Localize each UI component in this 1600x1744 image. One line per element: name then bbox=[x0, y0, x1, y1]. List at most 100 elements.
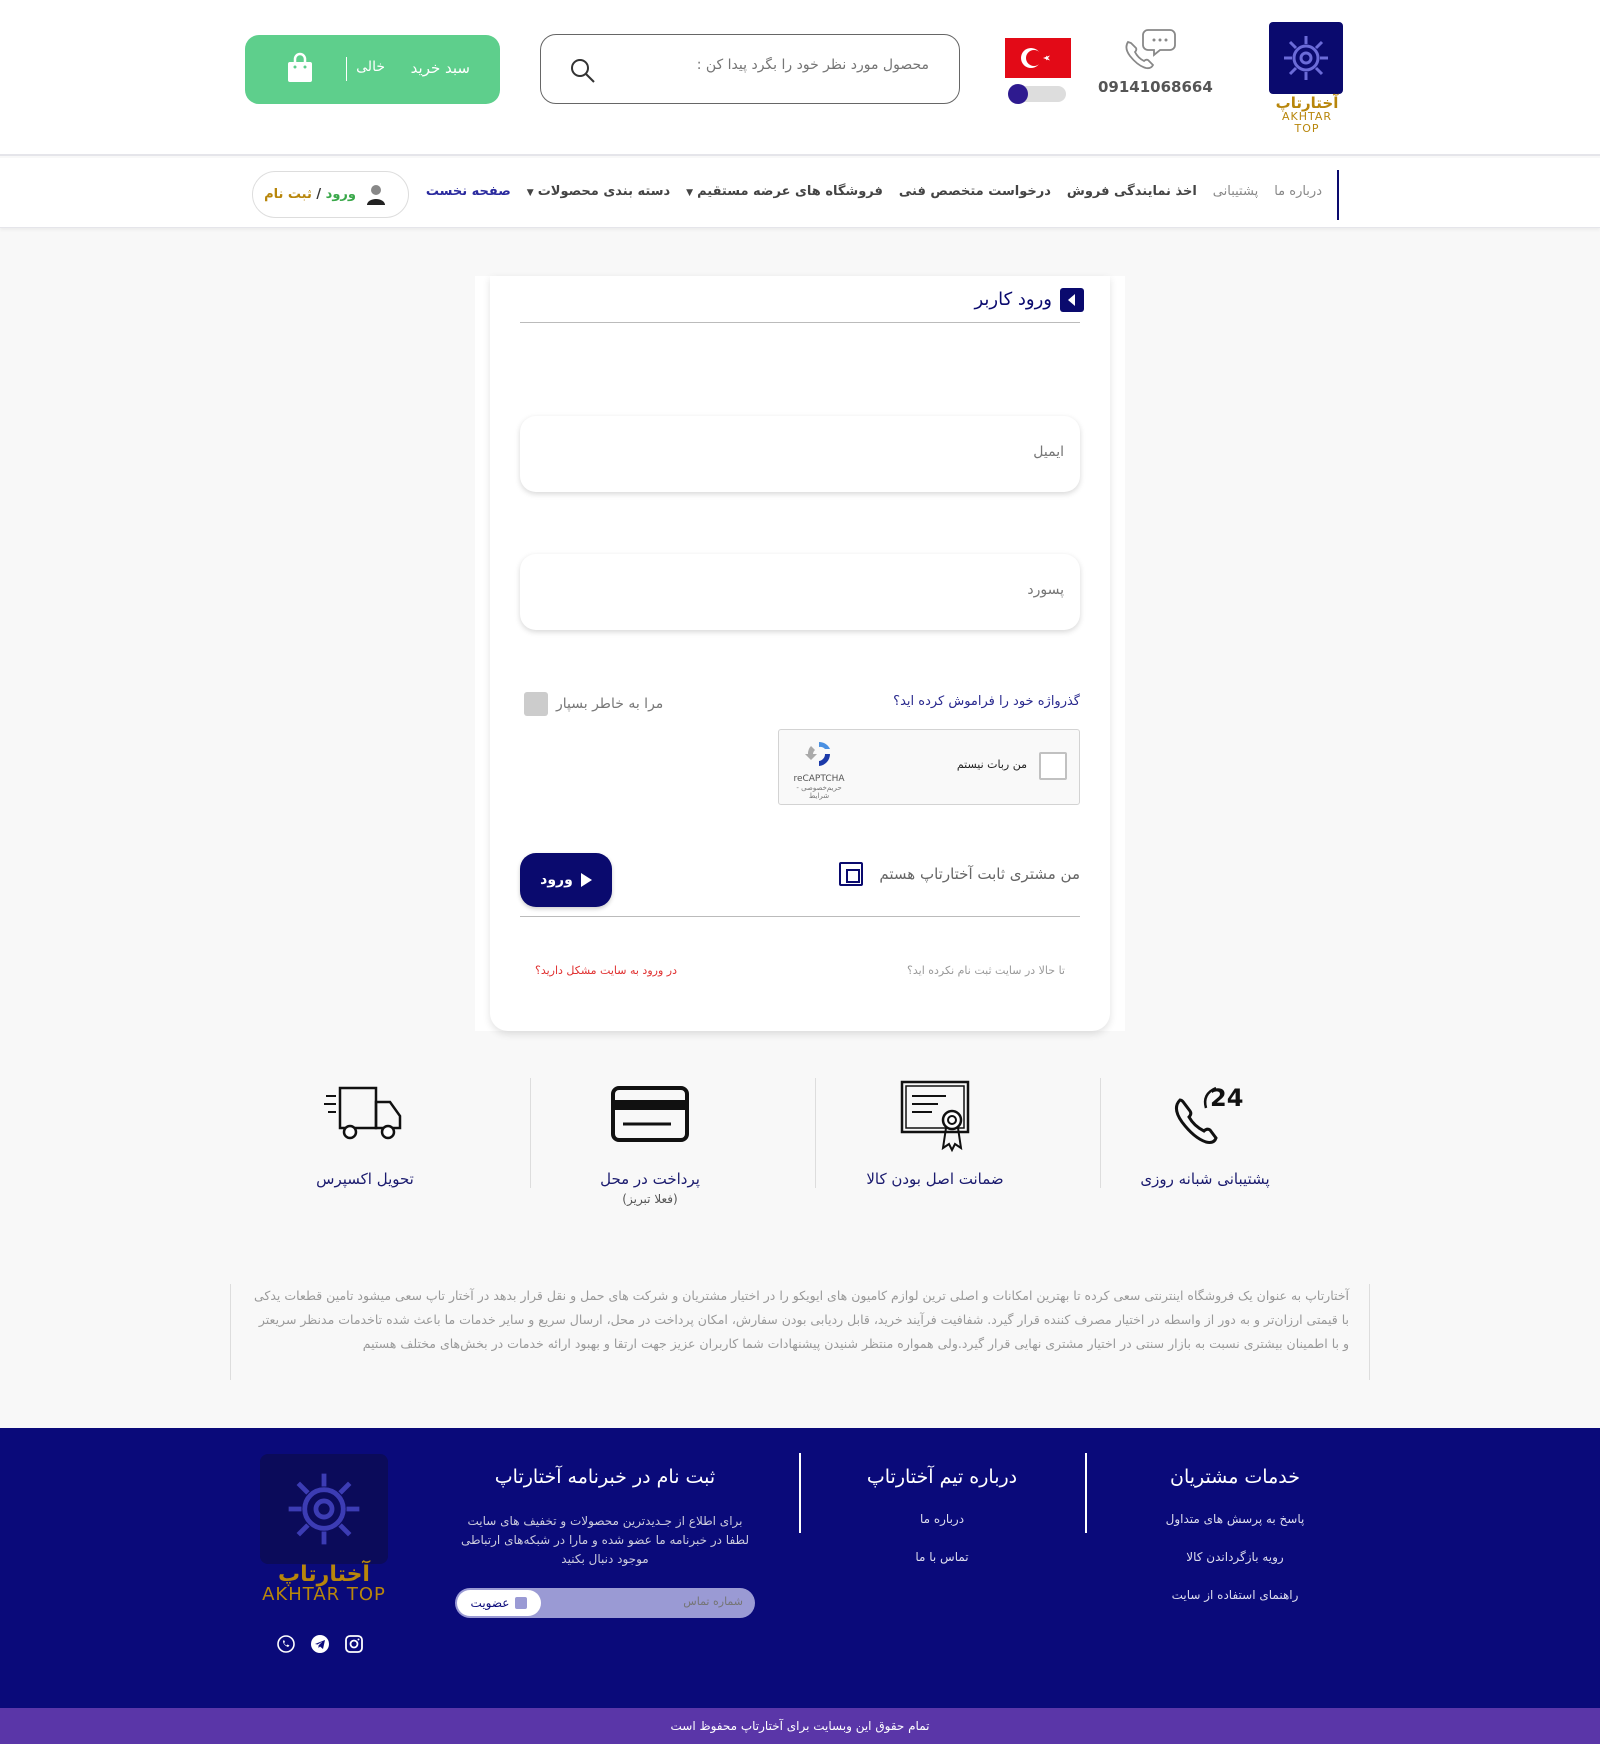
login-card-container: ورود کاربر گذرواژه خود را فراموش کرده ای… bbox=[475, 276, 1125, 1031]
newsletter-subscribe-button[interactable]: عضویت bbox=[457, 1590, 541, 1616]
forgot-password-link[interactable]: گذرواژه خود را فراموش کرده اید؟ bbox=[893, 694, 1080, 709]
captcha-checkbox[interactable] bbox=[1039, 752, 1067, 780]
login-problem-link[interactable]: در ورود به سایت مشکل دارید؟ bbox=[535, 964, 677, 977]
feature-subtitle: (فعلا تبریز) bbox=[622, 1192, 678, 1206]
login-register-text: ورود / ثبت نام bbox=[264, 187, 356, 202]
email-input[interactable] bbox=[564, 444, 1064, 460]
cart-label: سبد خرید bbox=[410, 59, 470, 77]
password-field[interactable] bbox=[520, 554, 1080, 630]
turkish-flag-icon[interactable] bbox=[1005, 38, 1071, 78]
nav-item-technician[interactable]: درخواست متخصص فنی bbox=[891, 184, 1059, 199]
newsletter-line: موجود دنبال بکنید bbox=[561, 1552, 649, 1566]
nav-item-agency[interactable]: اخذ نمایندگی فروش bbox=[1059, 184, 1205, 199]
truck-icon bbox=[324, 1086, 402, 1140]
regular-customer-checkbox[interactable] bbox=[839, 862, 864, 886]
search-icon[interactable] bbox=[569, 57, 597, 85]
user-icon bbox=[367, 185, 385, 205]
feature-cod: پرداخت در محل (فعلا تبریز) bbox=[515, 1078, 785, 1218]
newsletter-phone-input[interactable] bbox=[563, 1595, 743, 1608]
footer-heading: ثبت نام در خبرنامه آختارتاپ bbox=[494, 1466, 716, 1488]
footer: خدمات مشتریان پاسخ به پرسش های متداول رو… bbox=[0, 1428, 1600, 1708]
footer-logo-en: AKHTAR TOP bbox=[262, 1584, 386, 1605]
captcha-brand: reCAPTCHA bbox=[793, 774, 845, 784]
instagram-icon[interactable] bbox=[344, 1634, 364, 1654]
feature-warranty: ضمانت اصل بودن کالا bbox=[800, 1078, 1070, 1218]
remember-label: مرا به خاطر بسپار bbox=[556, 696, 664, 712]
telegram-icon[interactable] bbox=[310, 1634, 330, 1654]
feature-divider bbox=[530, 1078, 531, 1188]
feature-support: 24 پشتیبانی شبانه روزی bbox=[1070, 1078, 1340, 1218]
whatsapp-icon[interactable] bbox=[276, 1634, 296, 1654]
cart-button[interactable]: سبد خرید خالی bbox=[245, 35, 500, 104]
nav-item-categories[interactable]: دسته بندی محصولات▼ bbox=[519, 184, 678, 199]
footer-heading: خدمات مشتریان bbox=[1170, 1466, 1300, 1488]
shopping-bag-icon bbox=[288, 52, 312, 82]
nav-item-support[interactable]: پشتیبانی bbox=[1205, 184, 1266, 199]
footer-divider bbox=[799, 1453, 801, 1533]
chevron-down-icon: ▼ bbox=[686, 188, 694, 198]
gear-logo-icon bbox=[260, 1454, 388, 1564]
search-input[interactable] bbox=[629, 57, 929, 73]
newsletter-description: برای اطلاع از جـدیدترین محصولات و تخفیف … bbox=[455, 1512, 755, 1569]
cart-divider bbox=[346, 57, 347, 81]
regular-customer-option[interactable]: من مشتری ثابت آختارتاپ هستم bbox=[839, 862, 1080, 886]
main-nav: صفحه نخست دسته بندی محصولات▼ فروشگاه های… bbox=[0, 158, 1600, 228]
feature-title: پرداخت در محل bbox=[600, 1170, 700, 1188]
recaptcha-icon bbox=[805, 741, 831, 766]
footer-newsletter: ثبت نام در خبرنامه آختارتاپ برای اطلاع ا… bbox=[455, 1428, 755, 1569]
phone-chat-icon bbox=[1125, 29, 1176, 70]
regular-customer-label: من مشتری ثابت آختارتاپ هستم bbox=[879, 865, 1080, 883]
subscribe-label: عضویت bbox=[470, 1596, 510, 1610]
nav-item-home[interactable]: صفحه نخست bbox=[418, 184, 519, 199]
newsletter-form: عضویت bbox=[455, 1588, 755, 1618]
footer-divider bbox=[1085, 1453, 1087, 1533]
phone-contact[interactable]: 09141068664 bbox=[1098, 24, 1213, 104]
remember-me[interactable]: مرا به خاطر بسپار bbox=[524, 692, 663, 716]
certificate-icon bbox=[900, 1080, 970, 1153]
support-24-icon: 24 bbox=[1175, 1084, 1243, 1144]
footer-customer-services: خدمات مشتریان پاسخ به پرسش های متداول رو… bbox=[1135, 1428, 1335, 1602]
captcha-terms[interactable]: حریم‌خصوصی - شرایط bbox=[791, 784, 847, 800]
toggle-knob bbox=[1008, 84, 1028, 104]
form-divider bbox=[520, 916, 1080, 917]
cart-status: خالی bbox=[356, 59, 385, 75]
captcha-label: من ربات نیستم bbox=[956, 758, 1027, 771]
nav-accent-bar bbox=[1337, 170, 1339, 220]
login-card: ورود کاربر گذرواژه خود را فراموش کرده ای… bbox=[490, 276, 1110, 1031]
password-input[interactable] bbox=[564, 582, 1064, 598]
footer-logo[interactable]: آختارتاپ AKHTAR TOP bbox=[260, 1454, 388, 1614]
language-toggle[interactable] bbox=[1008, 84, 1066, 104]
nav-item-direct-stores[interactable]: فروشگاه های عرضه مستقیم▼ bbox=[678, 184, 891, 199]
login-submit-button[interactable]: ورود bbox=[520, 853, 612, 907]
site-logo[interactable]: آختارتاپ AKHTAR TOP bbox=[1269, 22, 1345, 135]
search-box[interactable] bbox=[540, 34, 960, 104]
chevron-left-icon bbox=[1060, 288, 1084, 312]
footer-about-team: درباره تیم آختارتاپ درباره ما تماس با ما bbox=[842, 1428, 1042, 1564]
gear-logo-icon bbox=[1269, 22, 1343, 94]
copyright-bar: تمام حقوق این وبسایت برای آختارتاپ محفوظ… bbox=[0, 1708, 1600, 1744]
chevron-down-icon: ▼ bbox=[526, 188, 534, 198]
footer-logo-fa: آختارتاپ bbox=[278, 1562, 370, 1587]
footer-link-about[interactable]: درباره ما bbox=[842, 1512, 1042, 1526]
title-divider bbox=[520, 322, 1080, 323]
footer-link-returns[interactable]: رویه بازگرداندن کالا bbox=[1135, 1550, 1335, 1564]
feature-divider bbox=[815, 1078, 816, 1188]
email-field[interactable] bbox=[520, 416, 1080, 492]
register-link[interactable]: تا حالا در سایت ثبت نام نکرده اید؟ bbox=[907, 964, 1065, 977]
feature-express: تحویل اکسپرس bbox=[230, 1078, 500, 1218]
recaptcha-logo: reCAPTCHA حریم‌خصوصی - شرایط bbox=[791, 738, 847, 800]
remember-checkbox[interactable] bbox=[524, 692, 548, 716]
feature-divider bbox=[1100, 1078, 1101, 1188]
nav-item-label: دسته بندی محصولات bbox=[537, 184, 671, 199]
submit-label: ورود bbox=[540, 872, 573, 888]
newsletter-line: لطفا در خبرنامه ما عضو شده و مارا در شبک… bbox=[460, 1533, 750, 1547]
play-arrow-icon bbox=[580, 873, 592, 887]
logo-text-en: AKHTAR TOP bbox=[1281, 110, 1333, 135]
phone-number: 09141068664 bbox=[1098, 78, 1213, 96]
footer-link-faq[interactable]: پاسخ به پرسش های متداول bbox=[1135, 1512, 1335, 1526]
footer-link-guide[interactable]: راهنمای استفاده از سایت bbox=[1135, 1588, 1335, 1602]
recaptcha-widget[interactable]: من ربات نیستم reCAPTCHA حریم‌خصوصی - شرا… bbox=[778, 729, 1080, 805]
nav-item-about[interactable]: درباره ما bbox=[1266, 184, 1330, 199]
login-register-button[interactable]: ورود / ثبت نام bbox=[252, 171, 409, 218]
footer-link-contact[interactable]: تماس با ما bbox=[842, 1550, 1042, 1564]
